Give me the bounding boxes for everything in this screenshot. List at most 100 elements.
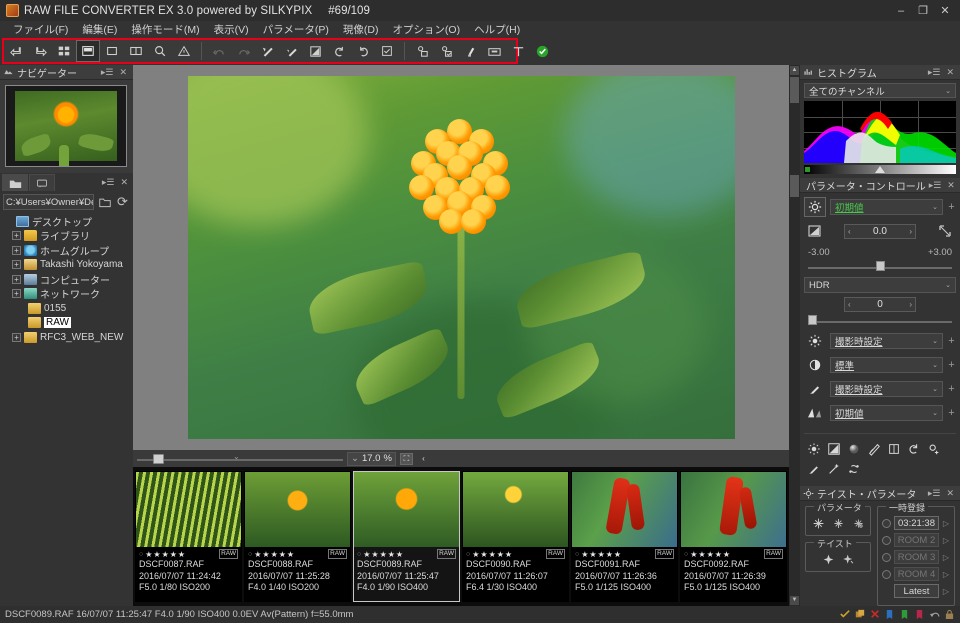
tone-curve-icon[interactable] <box>804 403 826 423</box>
rotation-icon[interactable] <box>905 440 923 458</box>
copy-icon[interactable] <box>855 609 865 620</box>
prev-image-icon[interactable] <box>4 40 28 62</box>
menu-file[interactable]: ファイル(F) <box>6 21 75 38</box>
rotate-left-icon[interactable] <box>327 40 351 62</box>
slider-knob[interactable] <box>875 261 885 271</box>
contrast-add[interactable]: + <box>947 359 956 371</box>
menu-operation-mode[interactable]: 操作モード(M) <box>124 21 206 38</box>
zoom-prev-icon[interactable]: ‹ <box>417 453 430 465</box>
hdr-slider[interactable]: ⌄ <box>808 312 952 326</box>
parameter-close-icon[interactable]: ✕ <box>944 180 958 191</box>
navigator-thumbnail[interactable] <box>5 85 127 167</box>
preset-select[interactable]: 初期値 ⌄ <box>830 199 943 215</box>
blue-tag-icon[interactable] <box>885 609 895 620</box>
folder-menu-icon[interactable]: ▸☰ <box>99 177 118 188</box>
room-arrow-icon[interactable]: ▷ <box>942 519 950 528</box>
undo-icon[interactable] <box>929 609 940 620</box>
param-paste-icon[interactable] <box>830 515 846 531</box>
exposure-icon[interactable] <box>804 221 826 241</box>
tone-select[interactable]: 初期値 ⌄ <box>830 405 943 421</box>
taste-apply-icon[interactable] <box>820 551 836 567</box>
refresh-icon[interactable]: ⟳ <box>115 194 130 210</box>
room-row[interactable]: ROOM 4 ▷ <box>882 567 950 581</box>
reset-icon[interactable] <box>845 460 863 478</box>
color-icon[interactable] <box>804 379 826 399</box>
zoom-fit-icon[interactable]: ⛶ <box>399 452 413 465</box>
tree-expander[interactable]: + <box>12 260 21 270</box>
highlight-controller-icon[interactable] <box>805 440 823 458</box>
latest-row[interactable]: Latest ▷ <box>882 584 950 598</box>
magic-wand-icon[interactable] <box>825 460 843 478</box>
tab-folder[interactable] <box>2 174 28 191</box>
tree-expander[interactable]: + <box>12 289 21 299</box>
maximize-button[interactable]: ❐ <box>912 2 934 20</box>
menu-develop[interactable]: 現像(D) <box>336 21 386 38</box>
warning-icon[interactable] <box>172 40 196 62</box>
thumbnail-item[interactable]: ○ ★ ★ ★ ★ ★ RAW DSCF0087.RAF 2016/07/07 11:2… <box>135 471 242 602</box>
crop-icon[interactable] <box>885 440 903 458</box>
taste-save-icon[interactable] <box>840 551 856 567</box>
undo-icon[interactable] <box>207 40 231 62</box>
chevron-down-icon[interactable]: ⌄ <box>932 385 938 393</box>
zoom-slider[interactable]: ⌄ <box>137 452 343 465</box>
rating-stars[interactable]: ○ ★ ★ ★ ★ ★ RAW <box>466 549 565 559</box>
param-copy-icon[interactable] <box>810 515 826 531</box>
gear-icon[interactable] <box>804 197 826 217</box>
thumbnail-item[interactable]: ○ ★ ★ ★ ★ ★ RAW DSCF0092.RAF 2016/07/07 11:2… <box>680 471 787 602</box>
white-balance-add[interactable]: + <box>947 335 956 347</box>
color-select[interactable]: 撮影時設定 ⌄ <box>830 381 943 397</box>
redo-icon[interactable] <box>231 40 255 62</box>
histogram-channel-select[interactable]: 全てのチャンネル ⌄ <box>804 83 956 98</box>
tone-marker[interactable] <box>875 166 886 173</box>
taste-menu-icon[interactable]: ▸☰ <box>925 488 944 499</box>
histogram-close-icon[interactable]: ✕ <box>943 67 957 78</box>
lock-icon[interactable] <box>945 609 955 620</box>
chevron-down-icon[interactable]: ⌄ <box>932 337 938 345</box>
rating-stars[interactable]: ○ ★ ★ ★ ★ ★ RAW <box>357 549 456 559</box>
tree-expander[interactable]: + <box>12 245 21 255</box>
tone-curve-icon[interactable] <box>825 440 843 458</box>
menu-options[interactable]: オプション(O) <box>385 21 467 38</box>
scroll-up-arrow[interactable]: ▲ <box>790 66 799 75</box>
room-arrow-icon[interactable]: ▷ <box>942 553 950 562</box>
lens-correction-icon[interactable] <box>506 40 530 62</box>
scroll-down-arrow[interactable]: ▼ <box>790 596 799 605</box>
menu-edit[interactable]: 編集(E) <box>75 21 124 38</box>
tree-expander[interactable]: + <box>12 332 21 342</box>
filmstrip-view-icon[interactable] <box>76 40 100 62</box>
settings-plus-icon[interactable] <box>925 440 943 458</box>
menu-view[interactable]: 表示(V) <box>207 21 256 38</box>
chevron-down-icon[interactable]: ⌄ <box>932 361 938 369</box>
tree-item-library[interactable]: + ライブラリ <box>2 229 133 243</box>
color-add[interactable]: + <box>947 383 956 395</box>
scroll-thumb-top[interactable] <box>790 77 799 103</box>
thumbnail-grid-icon[interactable] <box>52 40 76 62</box>
hdr-increment[interactable]: › <box>909 300 912 309</box>
hdr-stepper[interactable]: ‹ 0 › <box>844 297 916 312</box>
thumbnail-item[interactable]: ○ ★ ★ ★ ★ ★ RAW DSCF0088.RAF 2016/07/07 11:2… <box>244 471 351 602</box>
thumbnail-item[interactable]: ○ ★ ★ ★ ★ ★ RAW DSCF0090.RAF 2016/07/07 11:2… <box>462 471 569 602</box>
room-row[interactable]: 03:21:38 ▷ <box>882 516 950 530</box>
room-radio[interactable] <box>882 569 891 579</box>
zoom-slider-knob[interactable] <box>153 454 164 464</box>
printer-icon[interactable] <box>482 40 506 62</box>
thumbnail-item[interactable]: ○ ★ ★ ★ ★ ★ RAW DSCF0091.RAF 2016/07/07 11:2… <box>571 471 678 602</box>
folder-path-input[interactable]: C:¥Users¥Owner¥De ⌄ <box>3 194 94 210</box>
taste-close-icon[interactable]: ✕ <box>943 488 957 499</box>
room-radio[interactable] <box>882 552 891 562</box>
room-button[interactable]: ROOM 4 <box>894 567 939 581</box>
image-viewer[interactable] <box>133 65 789 450</box>
center-vertical-scrollbar[interactable]: ▲ ▼ <box>789 65 800 606</box>
menu-parameter[interactable]: パラメータ(P) <box>256 21 336 38</box>
tree-item-user[interactable]: + Takashi Yokoyama <box>2 258 133 273</box>
tree-item-network[interactable]: + ネットワーク <box>2 287 133 301</box>
slider-knob[interactable] <box>808 315 817 325</box>
white-balance-icon[interactable] <box>255 40 279 62</box>
zoom-level-field[interactable]: ⌄ 17.0 % <box>347 451 396 466</box>
room-radio[interactable] <box>882 535 891 545</box>
folder-close-icon[interactable]: ✕ <box>117 177 131 188</box>
delete-icon[interactable] <box>870 609 880 620</box>
tree-item-raw[interactable]: RAW <box>2 316 133 331</box>
menu-help[interactable]: ヘルプ(H) <box>467 21 527 38</box>
red-tag-icon[interactable] <box>915 609 925 620</box>
